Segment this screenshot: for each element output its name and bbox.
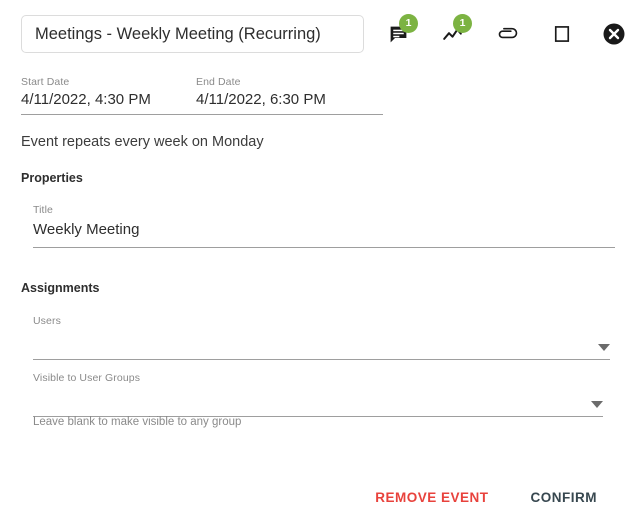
comment-icon-button[interactable]: 1 bbox=[383, 14, 418, 51]
square-icon bbox=[552, 24, 572, 44]
confirm-button[interactable]: CONFIRM bbox=[521, 483, 608, 512]
maximize-icon-button[interactable] bbox=[547, 17, 577, 51]
event-detail-panel: Meetings - Weekly Meeting (Recurring) 1 bbox=[0, 0, 629, 531]
user-groups-select-value[interactable] bbox=[33, 385, 603, 409]
title-field-underline: Weekly Meeting bbox=[33, 218, 615, 248]
chevron-down-icon[interactable] bbox=[598, 344, 610, 351]
attachment-icon-button[interactable] bbox=[491, 17, 521, 51]
start-date-field[interactable]: Start Date 4/11/2022, 4:30 PM bbox=[21, 75, 196, 111]
end-date-label: End Date bbox=[196, 76, 241, 88]
users-select-row[interactable] bbox=[33, 328, 610, 360]
user-groups-select-row[interactable] bbox=[33, 385, 603, 417]
close-circle-icon bbox=[602, 22, 626, 46]
user-groups-field-label: Visible to User Groups bbox=[33, 372, 141, 384]
user-groups-select-field[interactable]: Visible to User Groups bbox=[33, 371, 603, 417]
start-date-label: Start Date bbox=[21, 76, 70, 88]
title-field-value[interactable]: Weekly Meeting bbox=[33, 218, 615, 242]
trend-count-badge: 1 bbox=[453, 14, 472, 33]
panel-footer: REMOVE EVENT CONFIRM bbox=[0, 478, 629, 516]
title-field-label: Title bbox=[33, 204, 53, 216]
date-range-field: Start Date 4/11/2022, 4:30 PM End Date 4… bbox=[21, 75, 383, 115]
end-date-value[interactable]: 4/11/2022, 6:30 PM bbox=[196, 89, 383, 111]
user-groups-helper-text: Leave blank to make visible to any group bbox=[33, 416, 242, 428]
users-field-label: Users bbox=[33, 315, 61, 327]
properties-section-header: Properties bbox=[21, 171, 83, 185]
users-select-value[interactable] bbox=[33, 328, 610, 352]
date-row[interactable]: Start Date 4/11/2022, 4:30 PM End Date 4… bbox=[21, 75, 383, 115]
start-date-value[interactable]: 4/11/2022, 4:30 PM bbox=[21, 89, 196, 111]
title-field[interactable]: Title Weekly Meeting bbox=[33, 203, 615, 248]
end-date-field[interactable]: End Date 4/11/2022, 6:30 PM bbox=[196, 75, 383, 111]
recurrence-description: Event repeats every week on Monday bbox=[21, 134, 264, 150]
users-select-field[interactable]: Users bbox=[33, 314, 610, 360]
comment-count-badge: 1 bbox=[399, 14, 418, 33]
assignments-section-header: Assignments bbox=[21, 281, 100, 295]
chevron-down-icon[interactable] bbox=[591, 401, 603, 408]
remove-event-button[interactable]: REMOVE EVENT bbox=[365, 483, 498, 512]
header-icon-bar: 1 1 bbox=[383, 14, 629, 51]
panel-header: Meetings - Weekly Meeting (Recurring) 1 bbox=[0, 0, 629, 68]
attachment-icon bbox=[495, 24, 518, 45]
event-title-input[interactable]: Meetings - Weekly Meeting (Recurring) bbox=[21, 15, 364, 53]
close-icon-button[interactable] bbox=[599, 17, 629, 51]
trend-line-icon-button[interactable]: 1 bbox=[437, 14, 472, 51]
